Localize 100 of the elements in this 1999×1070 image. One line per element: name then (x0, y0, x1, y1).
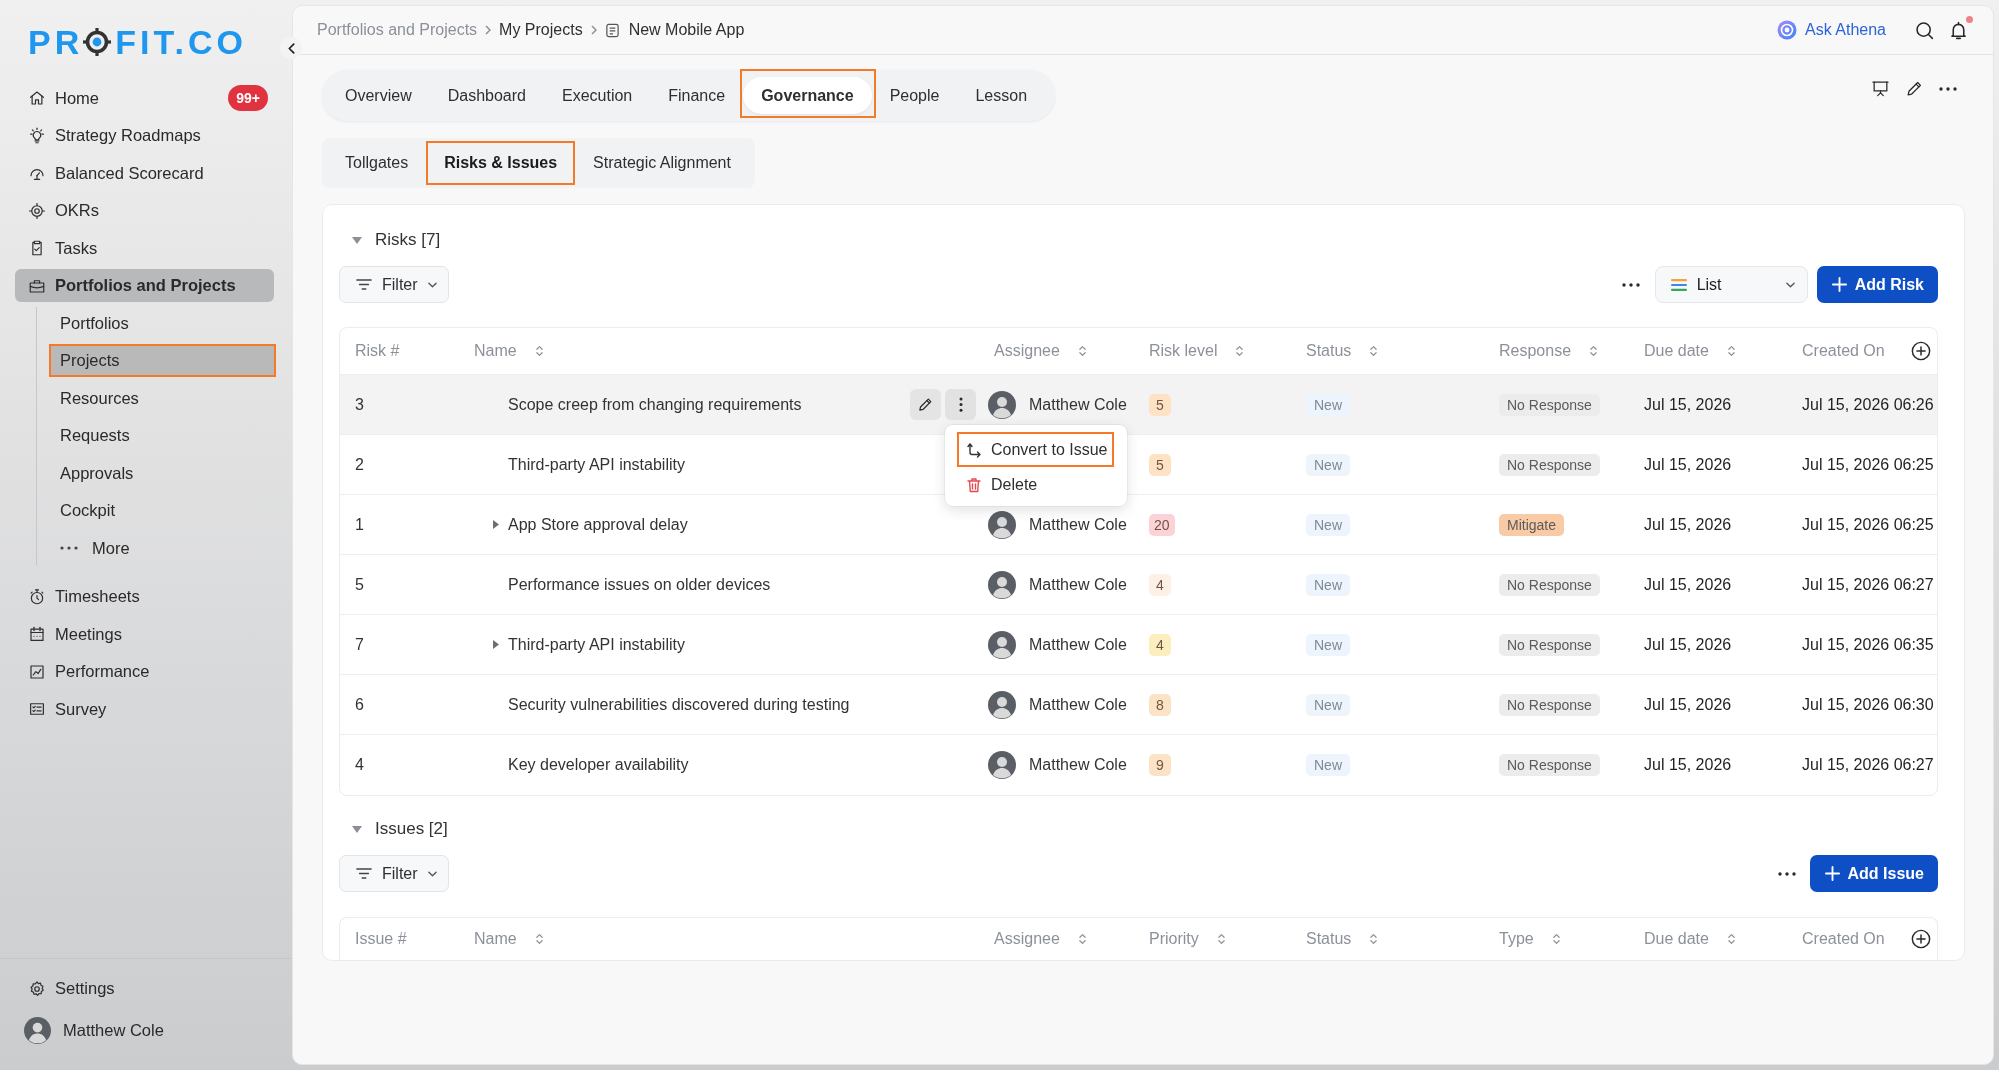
collapse-caret-icon[interactable] (352, 236, 362, 244)
nav-item[interactable]: Timesheets (15, 580, 274, 613)
sort-icon[interactable] (1726, 932, 1736, 946)
sort-icon[interactable] (1726, 344, 1736, 358)
assistant-orb-icon (1777, 20, 1798, 40)
sort-icon[interactable] (1369, 932, 1379, 946)
tab[interactable]: Overview (327, 77, 430, 114)
risk-name[interactable]: Third-party API instability (508, 455, 685, 474)
tab[interactable]: People (871, 77, 958, 114)
risk-name[interactable]: Key developer availability (508, 756, 689, 774)
nav-item[interactable]: Balanced Scorecard (15, 156, 274, 190)
add-column-icon[interactable] (1911, 929, 1931, 949)
bell-icon[interactable] (1948, 19, 1969, 41)
assistant-button[interactable]: Ask Athena (1777, 20, 1886, 40)
nav-item[interactable]: Portfolios and Projects (15, 269, 274, 302)
pencil-icon[interactable] (1905, 79, 1924, 98)
collapse-sidebar-button[interactable] (280, 37, 302, 59)
risk-name[interactable]: Third-party API instability (508, 635, 685, 654)
risk-name[interactable]: Scope creep from changing requirements (508, 395, 802, 414)
nav-item[interactable]: Tasks (15, 231, 274, 265)
sort-icon[interactable] (1216, 932, 1226, 946)
nav-item[interactable]: Strategy Roadmaps (15, 119, 274, 152)
risk-name[interactable]: Performance issues on older devices (508, 575, 771, 594)
user-name[interactable]: Matthew Cole (63, 1021, 164, 1040)
more-icon[interactable] (1939, 86, 1957, 91)
table-row[interactable]: 3 Scope creep from changing requirements Matthew Cole 5 New No Response Jul 15, 2026 Jul 15, 2026 06:26 (340, 375, 1937, 435)
risk-number: 5 (355, 575, 364, 594)
status-tag: New (1306, 573, 1350, 596)
user-avatar-icon[interactable] (24, 1017, 51, 1044)
nav-subitem[interactable]: More (49, 531, 276, 565)
nav-subitem[interactable]: Requests (49, 419, 276, 452)
nav-subitem[interactable]: Approvals (49, 456, 276, 490)
table-row[interactable]: 4 Key developer availability Matthew Cole 9 New No Response Jul 15, 2026 Jul 15, 2026 06:27 (340, 735, 1937, 795)
due-date: Jul 15, 2026 (1644, 455, 1732, 474)
risk-level-badge: 4 (1149, 573, 1171, 596)
settings-icon (28, 979, 46, 998)
nav-item[interactable]: OKRs (15, 194, 274, 227)
kebab-icon (958, 397, 963, 412)
chevron-right-icon (485, 25, 492, 35)
user-avatar-icon (988, 570, 1016, 599)
risk-name[interactable]: Security vulnerabilities discovered during testing (508, 695, 850, 714)
nav-item[interactable]: Home 99+ (15, 81, 274, 115)
table-row[interactable]: 5 Performance issues on older devices Matthew Cole 4 New No Response Jul 15, 2026 Jul 15, 2026 06:27 (340, 555, 1937, 615)
expand-caret-icon[interactable] (493, 640, 499, 649)
more-icon[interactable] (1777, 871, 1796, 876)
chevron-down-icon (427, 281, 437, 288)
sort-icon[interactable] (1589, 344, 1599, 358)
collapse-caret-icon[interactable] (352, 825, 362, 833)
filter-button[interactable]: Filter (339, 855, 449, 892)
nav-subitem[interactable]: Cockpit (49, 494, 276, 527)
settings-link[interactable]: Settings (15, 972, 274, 1005)
menu-item[interactable]: Convert to Issue (957, 432, 1114, 467)
sort-icon[interactable] (534, 932, 544, 946)
nav-item[interactable]: Meetings (15, 617, 274, 651)
add-issue-button[interactable]: Add Issue (1809, 855, 1938, 892)
filter-button[interactable]: Filter (339, 266, 449, 303)
sort-icon[interactable] (1077, 932, 1087, 946)
add-risk-button[interactable]: Add Risk (1816, 266, 1938, 303)
due-date: Jul 15, 2026 (1644, 395, 1732, 414)
edit-button[interactable] (910, 389, 941, 420)
convert-arrows-icon (966, 441, 982, 458)
tab[interactable]: Lesson (957, 77, 1046, 114)
filter-icon (356, 867, 372, 880)
more-icon[interactable] (1621, 282, 1640, 287)
home-icon (28, 89, 46, 107)
chevron-right-icon (590, 25, 597, 35)
risk-name[interactable]: App Store approval delay (508, 515, 688, 534)
presentation-icon[interactable] (1871, 79, 1890, 98)
tab[interactable]: Strategic Alignment (575, 141, 749, 185)
tab[interactable]: Dashboard (429, 77, 544, 114)
nav-item[interactable]: Performance (15, 655, 274, 688)
nav-item[interactable]: Survey (15, 692, 274, 726)
tab[interactable]: Governance (743, 77, 872, 114)
tab[interactable]: Risks & Issues (426, 141, 576, 185)
sort-icon[interactable] (534, 344, 544, 358)
nav-subitem[interactable]: Resources (49, 381, 276, 415)
due-date: Jul 15, 2026 (1644, 575, 1732, 594)
nav-subitem[interactable]: Portfolios (49, 306, 276, 340)
view-select[interactable]: List (1654, 266, 1808, 303)
risk-level-badge: 5 (1149, 453, 1171, 476)
add-column-icon[interactable] (1911, 341, 1931, 361)
table-row[interactable]: 6 Security vulnerabilities discovered during testing Matthew Cole 8 New No Response Jul 15, 2026 Jul 15, 2026 06:30 (340, 675, 1937, 735)
tab[interactable]: Execution (543, 77, 651, 114)
line-chart-icon (28, 662, 46, 681)
expand-caret-icon[interactable] (493, 520, 499, 529)
created-date: Jul 15, 2026 06:27 (1802, 575, 1934, 594)
sort-icon[interactable] (1551, 932, 1561, 946)
tab[interactable]: Tollgates (327, 141, 427, 185)
logo-text: PR (28, 24, 84, 59)
breadcrumb-link[interactable]: New Mobile App (628, 21, 745, 39)
tab[interactable]: Finance (650, 77, 744, 114)
sort-icon[interactable] (1369, 344, 1379, 358)
sort-icon[interactable] (1235, 344, 1245, 358)
nav-subitem[interactable]: Projects (49, 344, 276, 377)
sort-icon[interactable] (1077, 344, 1087, 358)
breadcrumb-link[interactable]: My Projects (499, 21, 583, 39)
created-date: Jul 15, 2026 06:25 (1802, 455, 1934, 474)
status-tag: New (1306, 693, 1350, 716)
table-row[interactable]: 7 Third-party API instability Matthew Cole 4 New No Response Jul 15, 2026 Jul 15, 2026 06:35 (340, 615, 1937, 675)
search-icon[interactable] (1914, 19, 1935, 41)
